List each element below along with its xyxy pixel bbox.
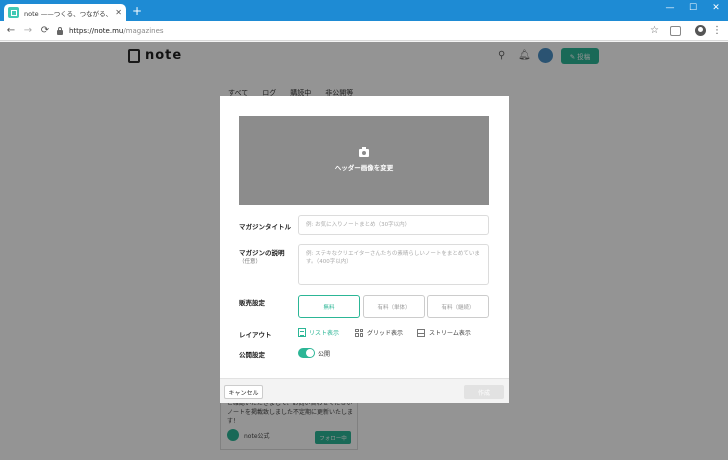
modal-footer: キャンセル 作成 xyxy=(220,378,509,403)
grid-icon xyxy=(355,328,363,337)
create-button[interactable]: 作成 xyxy=(464,385,504,399)
layout-label: レイアウト xyxy=(239,331,272,339)
visibility-value: 公開 xyxy=(318,351,331,358)
note-favicon-icon xyxy=(8,7,19,18)
layout-list-label: リスト表示 xyxy=(309,330,340,337)
visibility-label: 公開設定 xyxy=(239,351,265,359)
price-single-button[interactable]: 有料（単体） xyxy=(363,295,425,318)
price-label: 販売設定 xyxy=(239,299,265,307)
camera-icon xyxy=(359,147,369,157)
cancel-button[interactable]: キャンセル xyxy=(224,385,263,399)
description-label: マガジンの説明 xyxy=(239,249,285,257)
magazine-title-input[interactable]: 例: お気に入りノートまとめ（30字以内） xyxy=(298,215,489,235)
layout-list-option[interactable]: リスト表示 xyxy=(298,328,339,337)
magazine-description-input[interactable]: 例: ステキなクリエイターさんたちの素晴らしいノートをまとめています。（400字… xyxy=(298,244,489,285)
maximize-button[interactable]: ☐ xyxy=(682,0,704,18)
create-magazine-modal: ヘッダー画像を変更 マガジンタイトル 例: お気に入りノートまとめ（30字以内）… xyxy=(220,96,509,403)
extension-icon[interactable] xyxy=(670,26,681,36)
list-icon xyxy=(298,328,306,337)
header-image-picker[interactable]: ヘッダー画像を変更 xyxy=(239,116,489,205)
browser-toolbar: ← → ⟳ https://note.mu/magazines ☆ ⋮ xyxy=(0,21,728,41)
stream-icon xyxy=(417,328,425,337)
layout-stream-label: ストリーム表示 xyxy=(429,330,471,337)
browser-titlebar: note ——つくる、つながる、とどける。 ✕ + — ☐ ✕ xyxy=(0,0,728,21)
visibility-toggle[interactable] xyxy=(298,348,315,358)
tab-close-icon[interactable]: ✕ xyxy=(115,8,122,17)
browser-menu-icon[interactable]: ⋮ xyxy=(712,24,722,38)
tab-title: note ——つくる、つながる、とどける。 xyxy=(24,9,113,18)
minimize-button[interactable]: — xyxy=(659,0,681,18)
profile-icon[interactable] xyxy=(695,25,706,36)
close-window-button[interactable]: ✕ xyxy=(705,0,727,18)
address-bar[interactable]: https://note.mu/magazines xyxy=(57,24,667,38)
forward-icon[interactable]: → xyxy=(21,24,35,38)
layout-grid-option[interactable]: グリッド表示 xyxy=(355,328,403,337)
header-image-label: ヘッダー画像を変更 xyxy=(334,164,394,172)
url-host: https://note.mu xyxy=(69,27,124,35)
price-free-button[interactable]: 無料 xyxy=(298,295,360,318)
reload-icon[interactable]: ⟳ xyxy=(38,24,52,38)
new-tab-button[interactable]: + xyxy=(130,4,144,18)
description-optional-label: （任意） xyxy=(239,259,262,265)
title-label: マガジンタイトル xyxy=(239,223,291,231)
url-path: /magazines xyxy=(123,27,164,35)
layout-grid-label: グリッド表示 xyxy=(367,330,404,337)
back-icon[interactable]: ← xyxy=(4,24,18,38)
bookmark-star-icon[interactable]: ☆ xyxy=(650,24,659,38)
layout-stream-option[interactable]: ストリーム表示 xyxy=(417,328,471,337)
browser-tab[interactable]: note ——つくる、つながる、とどける。 ✕ xyxy=(4,4,126,21)
lock-icon xyxy=(57,26,63,35)
price-subscription-button[interactable]: 有料（継続） xyxy=(427,295,489,318)
